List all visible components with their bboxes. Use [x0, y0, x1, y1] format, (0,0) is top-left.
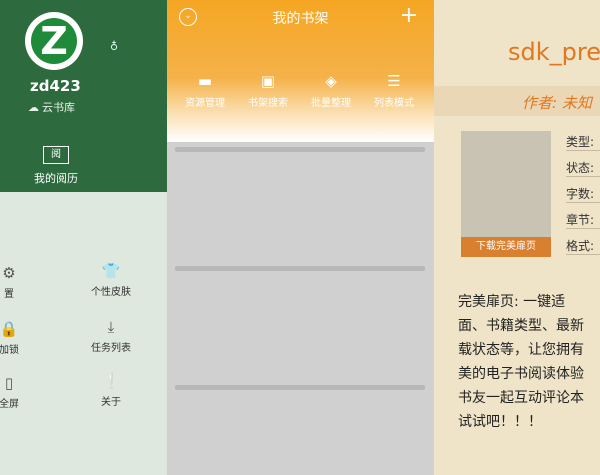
- meta-format: 格式:: [566, 237, 600, 255]
- meta-type: 类型:: [566, 133, 600, 151]
- meta-chapters: 章节:: [566, 211, 600, 229]
- menu-settings[interactable]: ⚙ 置: [0, 264, 44, 300]
- description-line: 美的电子书阅读体验: [458, 366, 584, 382]
- book-author: 作者: 未知: [522, 94, 592, 112]
- menu-label: 加锁: [0, 345, 19, 356]
- menu-label: 个性皮肤: [91, 287, 131, 298]
- fullscreen-icon: ▯: [4, 374, 14, 392]
- cloud-icon: ☁: [28, 100, 39, 114]
- book-search-icon: ▣: [260, 72, 276, 90]
- menu-skin[interactable]: 👕 个性皮肤: [76, 262, 146, 298]
- tool-batch[interactable]: ◈ 批量整理: [301, 72, 361, 109]
- tool-label: 列表模式: [374, 98, 414, 109]
- gear-icon: ⚙: [2, 264, 16, 282]
- menu-tasks[interactable]: ⤓ 任务列表: [76, 318, 146, 354]
- drawer-panel: Z ♁ zd423 ☁ 云书库 阅 我的阅历 ⚙ 置 👕 个性皮肤 🔒 加锁 ⤓…: [0, 0, 167, 475]
- username: zd423: [30, 77, 81, 95]
- lock-icon: 🔒: [0, 320, 19, 338]
- menu-about[interactable]: ❕ 关于: [76, 372, 146, 408]
- description: 完美扉页: 一键适 面、书籍类型、最新 载状态等，让您拥有 美的电子书阅读体验 …: [458, 290, 600, 434]
- list-icon: ☰: [387, 72, 401, 90]
- shelf-divider: [175, 147, 425, 152]
- menu-label: 关于: [101, 397, 121, 408]
- bookshelf-header: ⌄ 我的书架 + ▬ 资源管理 ▣ 书架搜索 ◈ 批量整理 ☰ 列表模式: [167, 0, 434, 142]
- history-label: 我的阅历: [34, 172, 78, 185]
- bookshelf-panel: ⌄ 我的书架 + ▬ 资源管理 ▣ 书架搜索 ◈ 批量整理 ☰ 列表模式: [167, 0, 434, 475]
- meta-status: 状态:: [566, 159, 600, 177]
- description-line: 面、书籍类型、最新: [458, 318, 584, 334]
- layers-icon: ◈: [325, 72, 337, 90]
- description-line: 载状态等，让您拥有: [458, 342, 584, 358]
- tool-search[interactable]: ▣ 书架搜索: [238, 72, 298, 109]
- reading-history-button[interactable]: 阅 我的阅历: [26, 146, 86, 186]
- menu-fullscreen[interactable]: ▯ 全屏: [0, 374, 44, 410]
- tool-resources[interactable]: ▬ 资源管理: [175, 72, 235, 109]
- avatar[interactable]: Z: [25, 12, 83, 70]
- menu-label: 全屏: [0, 399, 19, 410]
- tool-label: 书架搜索: [248, 98, 288, 109]
- description-line: 书友一起互动评论本: [458, 390, 584, 406]
- tool-list-mode[interactable]: ☰ 列表模式: [364, 72, 424, 109]
- book-cover-page: sdk_pre 作者: 未知 下载完美扉页 类型: 状态: 字数: 章节: 格式…: [434, 0, 600, 475]
- description-line: 试试吧！！！: [458, 414, 542, 430]
- menu-label: 任务列表: [91, 343, 131, 354]
- history-icon: 阅: [43, 146, 69, 164]
- tool-label: 资源管理: [185, 98, 225, 109]
- folder-icon: ▬: [197, 72, 213, 90]
- book-title: sdk_pre: [508, 38, 600, 66]
- download-cover-button[interactable]: 下载完美扉页: [461, 237, 551, 257]
- notification-icon[interactable]: ♁: [110, 40, 118, 53]
- cloud-library-link[interactable]: ☁ 云书库: [28, 99, 75, 115]
- page-title: 我的书架: [272, 11, 329, 27]
- info-icon: ❕: [101, 372, 121, 390]
- z-logo-icon: Z: [31, 18, 77, 64]
- profile-header: Z ♁ zd423 ☁ 云书库 阅 我的阅历: [0, 0, 167, 192]
- shelf-divider: [175, 385, 425, 390]
- add-icon[interactable]: +: [400, 3, 418, 28]
- shelf-divider: [175, 266, 425, 271]
- meta-words: 字数:: [566, 185, 600, 203]
- tool-label: 批量整理: [311, 98, 351, 109]
- menu-label: 置: [4, 289, 14, 300]
- description-line: 完美扉页: 一键适: [458, 294, 566, 310]
- shirt-icon: 👕: [101, 262, 121, 280]
- download-icon: ⤓: [107, 318, 115, 336]
- menu-lock[interactable]: 🔒 加锁: [0, 320, 44, 356]
- cloud-label: 云书库: [42, 101, 75, 114]
